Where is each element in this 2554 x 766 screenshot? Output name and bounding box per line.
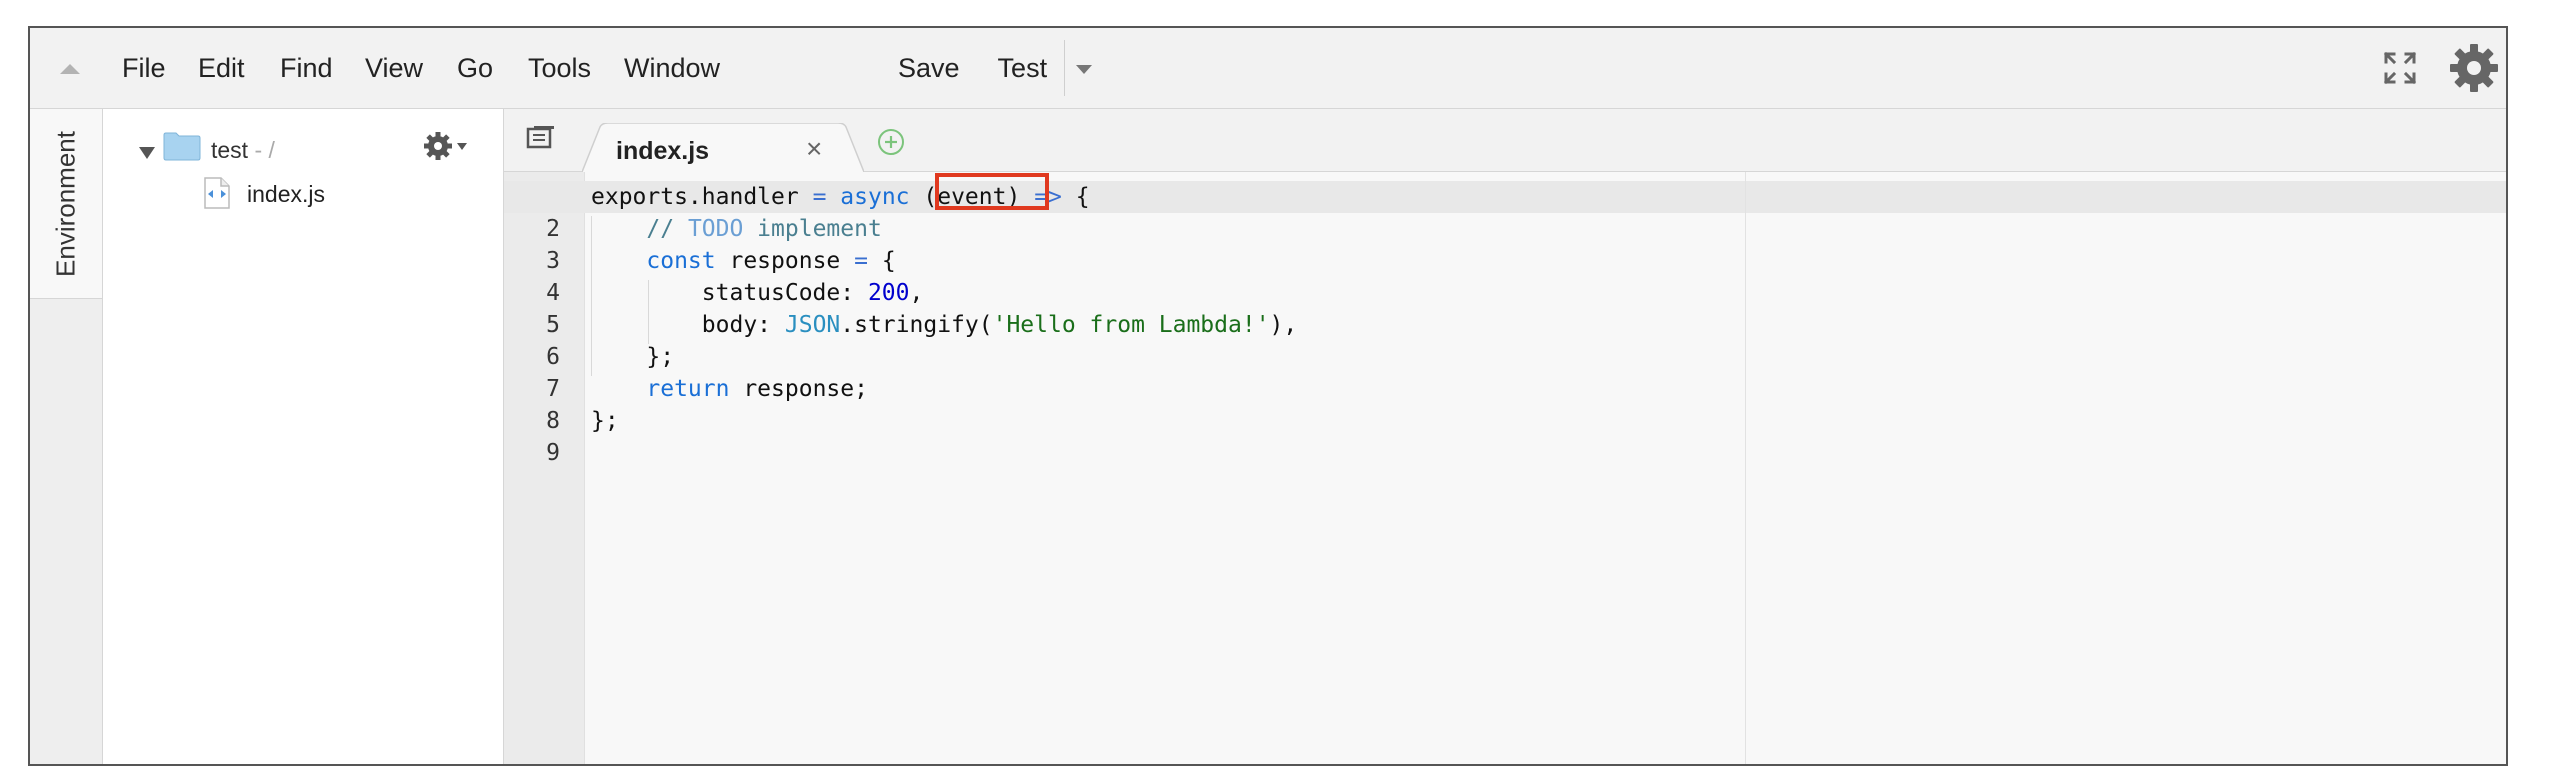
code-token: async <box>840 184 910 210</box>
code-line-7[interactable]: return response; <box>591 376 868 402</box>
environment-tab-label[interactable]: Environment <box>51 131 82 277</box>
cloud9-ide: File Edit Find View Go Tools Window Save… <box>28 26 2508 766</box>
tree-root-path: - / <box>248 137 275 163</box>
tree-settings-gear-icon[interactable] <box>423 131 453 161</box>
line-number: 8 <box>546 408 560 434</box>
code-line-4[interactable]: statusCode: 200, <box>591 280 924 306</box>
code-token: , <box>909 280 924 306</box>
code-token: }; <box>591 344 675 370</box>
side-panel-strip: Environment <box>30 109 103 764</box>
tab-index-js[interactable]: index.js × <box>582 123 864 172</box>
line-number: 3 <box>546 248 560 274</box>
fullscreen-icon[interactable] <box>2382 50 2418 86</box>
code-token: JSON <box>784 312 841 338</box>
save-button[interactable]: Save <box>898 53 960 84</box>
file-tree-panel: test - / index.js <box>103 109 504 764</box>
code-token: response; <box>729 376 868 402</box>
menu-item-window[interactable]: Window <box>624 28 720 108</box>
code-token: = <box>812 184 827 210</box>
tab-index-js-label[interactable]: index.js <box>616 137 709 166</box>
code-token: { <box>867 248 896 274</box>
code-line-8[interactable]: }; <box>591 408 619 434</box>
code-token: TODO <box>687 216 744 242</box>
menu-bar: File Edit Find View Go Tools Window Save… <box>30 28 2506 109</box>
code-token: ), <box>1269 312 1298 338</box>
code-token: exports.handler <box>591 184 813 210</box>
add-tab-icon[interactable] <box>876 127 906 157</box>
line-number: 5 <box>546 312 560 338</box>
line-number: 9 <box>546 440 560 466</box>
code-token: statusCode: <box>591 280 868 306</box>
code-token: 'Hello from Lambda!' <box>992 312 1270 338</box>
code-token: 200 <box>867 280 910 306</box>
code-line-6[interactable]: }; <box>591 344 674 370</box>
test-button[interactable]: Test <box>998 53 1048 84</box>
tree-root-name[interactable]: test <box>211 137 248 163</box>
code-token: return <box>646 376 730 402</box>
code-token: const <box>646 248 716 274</box>
code-token: .stringify( <box>840 312 993 338</box>
menu-item-file[interactable]: File <box>122 28 166 108</box>
menu-tools-label[interactable]: Tools <box>528 53 591 84</box>
menu-edit-label[interactable]: Edit <box>198 53 245 84</box>
code-editor[interactable]: exports.handler = async (event) => { // … <box>504 172 2506 764</box>
code-token: = <box>854 248 868 274</box>
code-token: { <box>1061 184 1090 210</box>
menu-item-go[interactable]: Go <box>457 28 493 108</box>
code-line-5[interactable]: body: JSON.stringify('Hello from Lambda!… <box>591 312 1297 338</box>
line-number-gutter: 1 2 3 4 5 6 7 8 9 <box>504 172 585 764</box>
editor-panel: index.js × 1 2 3 4 5 6 7 8 9 exp <box>504 109 2506 764</box>
menu-window-label[interactable]: Window <box>624 53 720 84</box>
menu-item-edit[interactable]: Edit <box>198 28 245 108</box>
test-dropdown-divider <box>1064 40 1065 96</box>
line-number: 6 <box>546 344 560 370</box>
folder-icon <box>163 132 201 161</box>
code-token: body: <box>591 312 785 338</box>
collapse-menu-icon[interactable] <box>60 64 80 74</box>
code-token: }; <box>591 408 619 434</box>
tab-list-icon[interactable] <box>526 125 556 151</box>
menu-item-tools[interactable]: Tools <box>528 28 591 108</box>
tree-root-folder[interactable]: test - / <box>211 137 275 164</box>
line-number: 7 <box>546 376 560 402</box>
line-number: 4 <box>546 280 560 306</box>
menu-item-find[interactable]: Find <box>280 28 333 108</box>
menu-find-label[interactable]: Find <box>280 53 333 84</box>
settings-gear-icon[interactable] <box>2448 42 2500 94</box>
code-token: // <box>591 216 688 242</box>
line-number: 2 <box>546 216 560 242</box>
menu-item-view[interactable]: View <box>365 28 423 108</box>
menu-go-label[interactable]: Go <box>457 53 493 84</box>
event-highlight-box <box>935 173 1049 210</box>
run-controls: Save Test <box>898 28 1047 108</box>
code-line-2[interactable]: // TODO implement <box>591 216 882 242</box>
environment-tab[interactable]: Environment <box>30 109 102 299</box>
code-token: response <box>715 248 855 274</box>
folder-expand-caret-icon[interactable] <box>139 147 155 159</box>
tab-close-icon[interactable]: × <box>806 133 822 165</box>
print-margin-line <box>1745 172 1746 764</box>
test-dropdown-caret-icon[interactable] <box>1076 65 1092 74</box>
tree-settings-caret-icon[interactable] <box>457 143 467 150</box>
editor-tab-bar: index.js × <box>504 109 2506 172</box>
menu-file-label[interactable]: File <box>122 53 166 84</box>
code-line-3[interactable]: const response = { <box>591 248 896 274</box>
code-token: implement <box>743 216 882 242</box>
js-file-icon <box>204 177 230 209</box>
tree-file-index-js[interactable]: index.js <box>247 181 325 208</box>
menu-view-label[interactable]: View <box>365 53 423 84</box>
